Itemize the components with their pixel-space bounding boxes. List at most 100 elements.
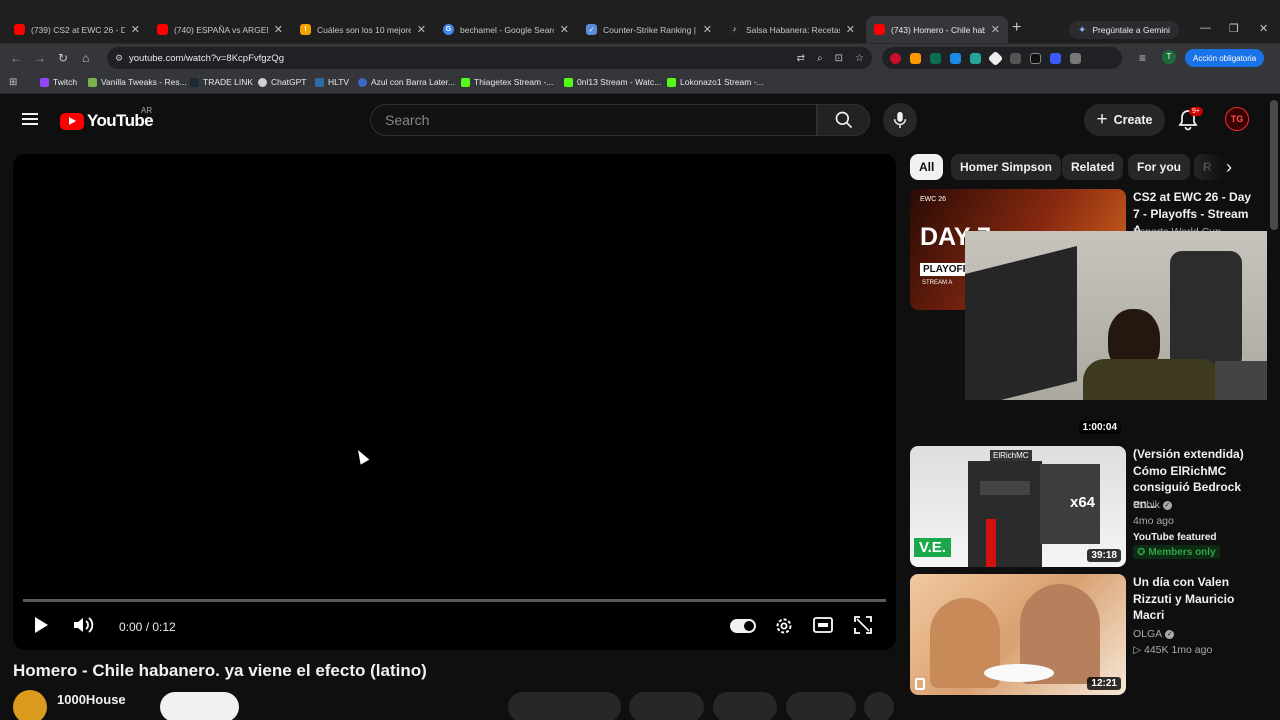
extension-icon[interactable]: [930, 52, 941, 64]
related-thumbnail[interactable]: 12:21: [910, 574, 1126, 695]
related-thumbnail[interactable]: ElRichMC x64 V.E. 39:18: [910, 446, 1126, 567]
site-info-icon[interactable]: ⚙: [115, 53, 123, 64]
browser-tab[interactable]: ✓ Counter-Strike Ranking | Va ✕: [578, 16, 720, 43]
autoplay-toggle[interactable]: [730, 619, 756, 633]
back-icon[interactable]: ←: [10, 51, 22, 65]
action-required-button[interactable]: Acción obligatoria: [1185, 49, 1265, 67]
extension-icon[interactable]: [1050, 52, 1061, 64]
browser-tab[interactable]: G bechamel - Google Search ✕: [435, 16, 577, 43]
bookmark-item[interactable]: Thiagetex Stream -...: [461, 77, 553, 87]
extension-icon[interactable]: [910, 52, 921, 64]
chevron-right-icon[interactable]: ›: [1226, 157, 1232, 178]
bookmark-item[interactable]: HLTV: [315, 77, 349, 87]
video-player[interactable]: 0:00 / 0:12: [13, 154, 896, 650]
profile-avatar[interactable]: T: [1162, 50, 1176, 64]
chip-all[interactable]: All: [910, 154, 944, 180]
tab-title: (743) Homero - Chile haba: [891, 24, 985, 35]
notifications-button[interactable]: 9+: [1178, 107, 1203, 136]
theater-mode-button[interactable]: [813, 616, 833, 639]
close-icon[interactable]: ✕: [417, 23, 426, 36]
bookmark-item[interactable]: Azul con Barra Later...: [358, 77, 455, 87]
related-channel[interactable]: OLGA ✓: [1133, 628, 1175, 640]
download-button[interactable]: [713, 692, 777, 720]
new-tab-icon[interactable]: +: [1012, 19, 1021, 37]
bookmark-label: TRADE LINK: [203, 77, 254, 87]
zoom-icon[interactable]: ⌕: [817, 53, 823, 64]
browser-tab[interactable]: ! Cuáles son los 10 mejores j ✕: [292, 16, 434, 43]
tab-title: (740) ESPAÑA vs ARGENTINA: [174, 24, 268, 35]
subscribe-button[interactable]: [160, 692, 239, 720]
extension-icon[interactable]: [950, 52, 961, 64]
page-scrollbar[interactable]: [1270, 100, 1278, 230]
puzzle-icon[interactable]: [1070, 52, 1081, 64]
settings-button[interactable]: [774, 616, 794, 641]
volume-button[interactable]: [73, 616, 95, 639]
save-button[interactable]: [786, 692, 856, 720]
apps-grid-icon[interactable]: ⊞: [9, 77, 17, 88]
browser-toolbar: ← → ↻ ⌂ ⚙ youtube.com/watch?v=8KcpFvfgzQ…: [0, 44, 1280, 72]
like-dislike-button[interactable]: [508, 692, 621, 720]
search-button[interactable]: [817, 104, 870, 136]
address-bar[interactable]: ⚙ youtube.com/watch?v=8KcpFvfgzQg ⇄ ⌕ ⊡ …: [107, 47, 872, 69]
window-close-icon[interactable]: ✕: [1259, 22, 1268, 35]
restore-icon[interactable]: ❐: [1229, 22, 1239, 35]
bookmark-item[interactable]: Lokonazo1 Stream -...: [667, 77, 764, 87]
extension-icon[interactable]: [1030, 52, 1041, 64]
account-avatar[interactable]: TG: [1225, 107, 1249, 131]
chip-homer-simpson[interactable]: Homer Simpson: [951, 154, 1062, 180]
share-button[interactable]: [629, 692, 704, 720]
channel-name[interactable]: 1000House: [57, 692, 126, 707]
hamburger-menu-icon[interactable]: [22, 113, 38, 125]
thumb-character-icon: [968, 461, 1042, 567]
minimize-icon[interactable]: —: [1200, 22, 1211, 34]
more-actions-button[interactable]: [864, 692, 894, 720]
reload-icon[interactable]: ↻: [58, 51, 68, 65]
browser-tab-active[interactable]: (743) Homero - Chile haba ✕: [866, 16, 1008, 43]
extension-icon[interactable]: [1010, 52, 1021, 64]
close-icon[interactable]: ✕: [991, 23, 1000, 36]
browser-tab[interactable]: ♪ Salsa Habanera: Recetas De ✕: [721, 16, 863, 43]
create-button[interactable]: + Create: [1084, 104, 1165, 136]
forward-icon[interactable]: →: [34, 51, 46, 65]
bookmark-item[interactable]: 0nl13 Stream - Watc...: [564, 77, 661, 87]
install-icon[interactable]: ⊡: [835, 53, 843, 64]
voice-search-button[interactable]: [883, 103, 917, 137]
create-label: Create: [1113, 113, 1153, 127]
duration-badge: 39:18: [1087, 549, 1121, 562]
video-title: Homero - Chile habanero. ya viene el efe…: [13, 661, 427, 680]
home-icon[interactable]: ⌂: [82, 51, 89, 65]
bookmark-item[interactable]: ChatGPT: [258, 77, 306, 87]
star-icon[interactable]: ☆: [855, 53, 864, 64]
browser-tab[interactable]: (740) ESPAÑA vs ARGENTINA ✕: [149, 16, 291, 43]
browser-tab[interactable]: (739) CS2 at EWC 26 - Day ✕: [6, 16, 148, 43]
close-icon[interactable]: ✕: [703, 23, 712, 36]
verified-icon: ✓: [1165, 629, 1175, 639]
related-video-title[interactable]: Un día con Valen Rizzuti y Mauricio Macr…: [1133, 574, 1258, 624]
tab-title: Counter-Strike Ranking | Va: [603, 24, 697, 35]
extension-icon[interactable]: [987, 50, 1004, 66]
chip-for-you[interactable]: For you: [1128, 154, 1190, 180]
channel-avatar[interactable]: [13, 690, 47, 720]
play-button[interactable]: [33, 616, 49, 639]
translate-icon[interactable]: ⇄: [797, 53, 805, 64]
close-icon[interactable]: ✕: [274, 23, 283, 36]
extension-icon[interactable]: [970, 52, 981, 64]
bookmark-label: Lokonazo1 Stream -...: [680, 77, 764, 87]
close-icon[interactable]: ✕: [846, 23, 855, 36]
gear-icon: [776, 618, 792, 634]
bookmark-item[interactable]: TRADE LINK: [190, 77, 253, 87]
gemini-button[interactable]: ✦ Pregúntale a Gemini: [1069, 21, 1179, 39]
search-input[interactable]: Search: [370, 104, 817, 136]
youtube-logo[interactable]: YouTube AR: [60, 106, 154, 131]
extension-icon[interactable]: [890, 52, 901, 64]
close-icon[interactable]: ✕: [560, 23, 569, 36]
kick-icon: [461, 77, 470, 87]
related-channel[interactable]: Rubik ✓: [1133, 499, 1172, 511]
close-icon[interactable]: ✕: [131, 23, 140, 36]
bookmark-item[interactable]: Vanilla Tweaks - Res...: [88, 77, 187, 87]
reading-list-icon[interactable]: ≡: [1139, 51, 1146, 65]
progress-bar[interactable]: [23, 599, 886, 602]
chip-related[interactable]: Related: [1062, 154, 1124, 180]
fullscreen-button[interactable]: [854, 616, 872, 639]
bookmark-item[interactable]: Twitch: [40, 77, 77, 87]
